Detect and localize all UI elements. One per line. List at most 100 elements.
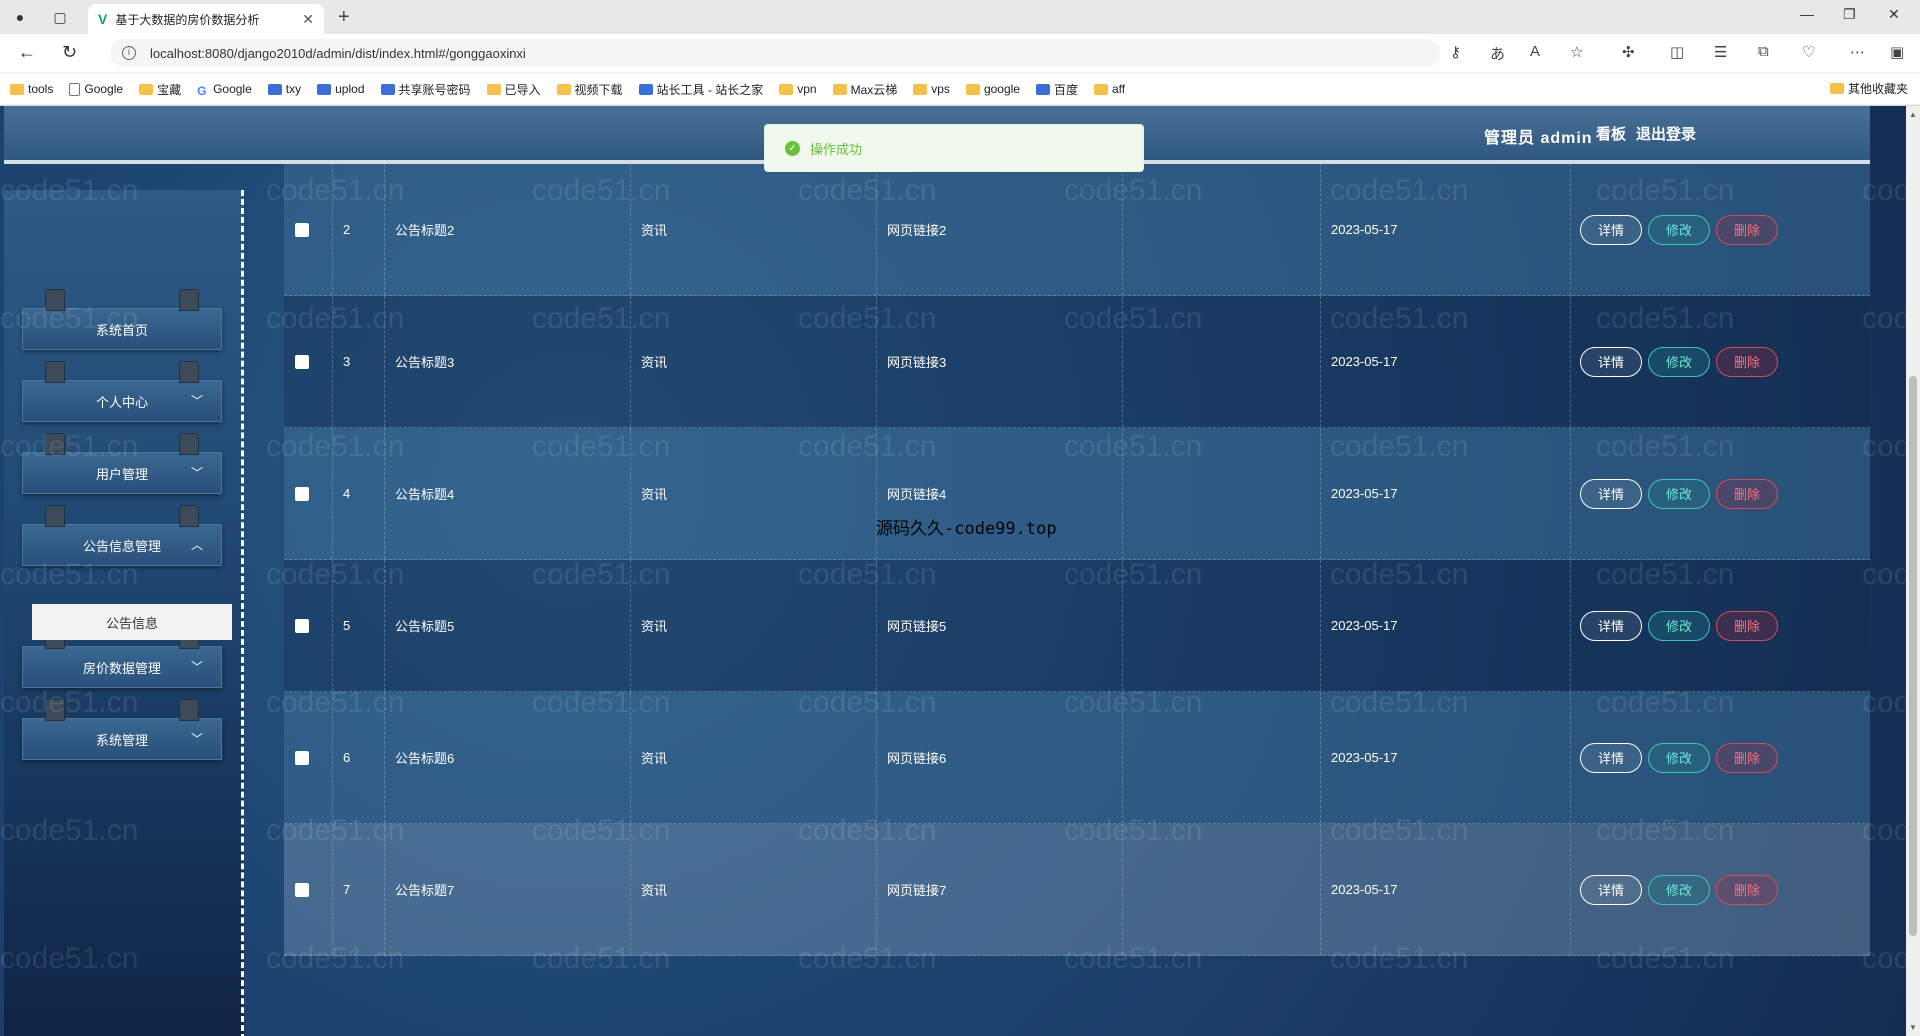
bookmark-item[interactable]: 已导入 [486,81,541,98]
bookmark-item[interactable]: tools [10,82,53,96]
center-watermark: 源码久久-code99.top [876,519,1057,539]
index-text: 3 [343,354,351,369]
bookmark-item[interactable]: 宝藏 [139,81,181,98]
detail-button[interactable]: 详情 [1580,346,1642,377]
delete-button[interactable]: 删除 [1716,214,1778,245]
new-tab-icon[interactable]: + [338,6,350,29]
folder-icon [779,83,794,95]
close-window-icon[interactable]: ✕ [1888,6,1900,23]
row-checkbox[interactable] [295,354,309,369]
favorites-icon[interactable]: ☰ [1714,43,1727,61]
browser-essentials-icon[interactable]: ♡ [1802,43,1815,61]
google-icon: G [197,83,207,98]
close-tab-icon[interactable]: ✕ [302,11,314,28]
row-checkbox[interactable] [295,486,309,501]
address-bar[interactable]: i localhost:8080/django2010d/admin/dist/… [110,39,1440,67]
edit-button[interactable]: 修改 [1648,874,1710,905]
sidebar-toggle-icon[interactable]: ▣ [1890,43,1904,61]
extensions-icon[interactable]: ✣ [1622,43,1635,61]
index-cell: 4 [332,428,350,559]
sidebar-menu-item[interactable]: 房价数据管理 ﹀ [22,627,222,688]
delete-button[interactable]: 删除 [1716,874,1778,905]
reload-icon[interactable]: ↻ [62,42,77,63]
more-menu-icon[interactable]: ⋯ [1850,43,1865,61]
row-checkbox[interactable] [295,222,309,237]
other-bookmarks[interactable]: 其他收藏夹 [1829,80,1908,97]
site-info-icon[interactable]: i [122,46,136,60]
type-cell: 资讯 [630,164,667,295]
page-scrollbar[interactable]: ▲ ▼ [1906,106,1920,1036]
title-cell: 公告标题4 [384,428,454,559]
checkbox-cell [284,824,309,955]
bookmark-item[interactable]: Max云梯 [832,81,897,98]
favorite-star-icon[interactable]: ☆ [1570,43,1583,61]
detail-button[interactable]: 详情 [1580,478,1642,509]
edit-button[interactable]: 修改 [1648,478,1710,509]
type-cell: 资讯 [630,296,667,427]
logout-button[interactable]: 退出登录 [1636,123,1696,144]
edit-button[interactable]: 修改 [1648,742,1710,773]
split-screen-icon[interactable]: ◫ [1670,43,1684,61]
bookmark-item[interactable]: uplod [317,82,365,96]
bookmark-item[interactable]: google [965,82,1020,96]
detail-button[interactable]: 详情 [1580,214,1642,245]
link-cell: 网页链接6 [876,692,946,823]
bookmark-item[interactable]: 视频下载 [556,81,623,98]
sidebar-menu-item[interactable]: 系统首页 [22,289,222,350]
scroll-thumb[interactable] [1909,376,1917,936]
title-cell: 公告标题3 [384,296,454,427]
delete-button[interactable]: 删除 [1716,610,1778,641]
collections-icon[interactable]: ⧉ [1758,43,1769,60]
bookmark-item[interactable]: aff [1094,82,1125,96]
date-text: 2023-05-17 [1331,618,1398,633]
bookmark-item[interactable]: vpn [779,82,817,96]
sidebar: 系统首页个人中心 ﹀ 用户管理 ﹀ 公告信息管理 ︿ 房价数据管理 ﹀ 系统管理 ﹀ 公告信息 [4,190,244,1036]
key-icon[interactable]: ⚷ [1450,43,1461,61]
profile-icon[interactable]: ● [10,7,30,27]
link-text: 网页链接3 [887,355,947,370]
edit-button[interactable]: 修改 [1648,346,1710,377]
sidebar-menu-item[interactable]: 用户管理 ﹀ [22,433,222,494]
sidebar-menu-item[interactable]: 个人中心 ﹀ [22,361,222,422]
delete-button[interactable]: 删除 [1716,742,1778,773]
back-icon[interactable]: ← [18,42,36,63]
detail-button[interactable]: 详情 [1580,874,1642,905]
tab-bar: ● ▢ V 基于大数据的房价数据分析 ✕ + — ❐ ✕ [0,0,1920,34]
bookmark-item[interactable]: 站长工具 - 站长之家 [638,81,763,98]
row-checkbox[interactable] [295,882,309,897]
bookmark-item[interactable]: 百度 [1035,81,1078,98]
scroll-down-icon[interactable]: ▼ [1909,1023,1917,1032]
clip-icon [179,289,199,311]
link-cell: 网页链接5 [876,560,946,691]
bookmark-item[interactable]: G Google [197,82,252,98]
submenu-item-notice[interactable]: 公告信息 [32,604,232,640]
delete-button[interactable]: 删除 [1716,346,1778,377]
browser-chrome: ● ▢ V 基于大数据的房价数据分析 ✕ + — ❐ ✕ ← ↻ i local… [0,0,1920,106]
tab-actions-icon[interactable]: ▢ [50,7,70,27]
read-aloud-icon[interactable]: A [1530,43,1540,60]
board-button[interactable]: 看板 [1596,123,1626,144]
table-row: 3 公告标题3 资讯 网页链接3 2023-05-17 详情 修改 删除 [284,296,1870,428]
restore-icon[interactable]: ❐ [1843,6,1856,23]
delete-button[interactable]: 删除 [1716,478,1778,509]
minimize-icon[interactable]: — [1800,6,1814,22]
bookmark-item[interactable]: txy [267,82,301,96]
date-text: 2023-05-17 [1331,750,1398,765]
bookmark-item[interactable]: vps [913,82,950,96]
bookmark-item[interactable]: 共享账号密码 [380,81,471,98]
scroll-up-icon[interactable]: ▲ [1909,110,1917,119]
clip-icon [45,433,65,455]
bookmark-item[interactable]: Google [69,82,123,96]
sidebar-menu-item[interactable]: 公告信息管理 ︿ [22,505,222,566]
edit-button[interactable]: 修改 [1648,214,1710,245]
index-cell: 7 [332,824,350,955]
row-checkbox[interactable] [295,618,309,633]
detail-button[interactable]: 详情 [1580,742,1642,773]
detail-button[interactable]: 详情 [1580,610,1642,641]
sidebar-menu-item[interactable]: 系统管理 ﹀ [22,699,222,760]
translate-icon[interactable]: あ [1490,43,1505,64]
vue-logo-icon: V [98,11,108,27]
browser-tab[interactable]: V 基于大数据的房价数据分析 ✕ [88,4,324,34]
row-checkbox[interactable] [295,750,309,765]
edit-button[interactable]: 修改 [1648,610,1710,641]
